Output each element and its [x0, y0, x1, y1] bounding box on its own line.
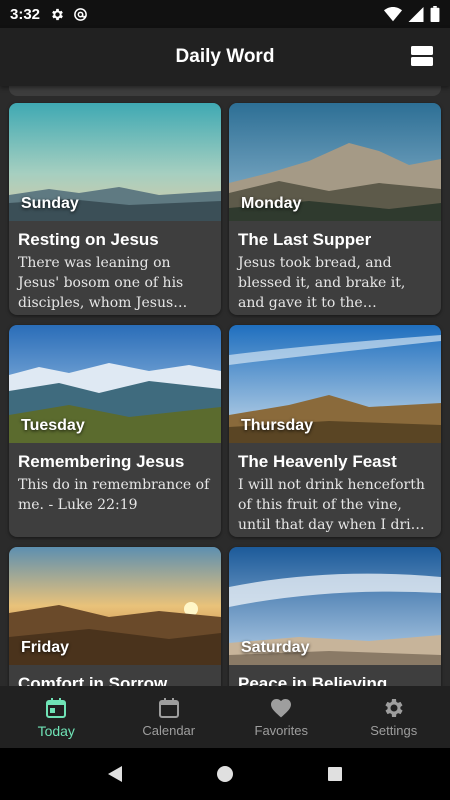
devotional-card-friday[interactable]: Friday Comfort in Sorrow [9, 547, 221, 686]
card-title: The Heavenly Feast [238, 452, 397, 471]
system-navigation-bar [0, 748, 450, 800]
battery-icon [430, 6, 440, 22]
card-title: Resting on Jesus [18, 230, 159, 249]
card-image: Thursday [229, 325, 441, 443]
day-label: Sunday [21, 195, 79, 212]
recents-button[interactable] [320, 759, 350, 789]
card-image: Sunday [9, 103, 221, 221]
app-title: Daily Word [175, 46, 275, 67]
card-excerpt: This do in remembrance of me. - Luke 22:… [18, 477, 210, 513]
view-toggle-button[interactable] [410, 44, 436, 70]
nav-label: Favorites [254, 723, 308, 738]
status-time: 3:32 [10, 5, 41, 23]
wifi-icon [384, 6, 402, 21]
gear-icon [385, 699, 403, 717]
card-excerpt: There was leaning on Jesus' bosom one of… [18, 255, 184, 311]
nav-settings[interactable]: Settings [338, 686, 450, 748]
calendar-today-icon [46, 697, 67, 718]
nav-today[interactable]: Today [0, 686, 113, 748]
card-image: Tuesday [9, 325, 221, 443]
app-bar: Daily Word [0, 28, 450, 86]
day-label: Thursday [241, 417, 314, 434]
calendar-icon [158, 698, 179, 718]
day-label: Monday [241, 195, 302, 212]
home-circle-icon [217, 766, 233, 782]
nav-calendar[interactable]: Calendar [113, 686, 226, 748]
devotional-card-monday[interactable]: Monday The Last Supper Jesus took bread,… [229, 103, 441, 315]
card-excerpt: I will not drink henceforth of this frui… [238, 477, 429, 533]
devotional-card-tuesday[interactable]: Tuesday Remembering Jesus This do in rem… [9, 325, 221, 537]
view-toggle-icon [411, 46, 433, 66]
devotional-card-sunday[interactable]: Sunday Resting on Jesus There was leanin… [9, 103, 221, 315]
previous-card-edge [9, 86, 441, 96]
devotional-card-thursday[interactable]: Thursday The Heavenly Feast I will not d… [229, 325, 441, 537]
nav-label: Today [37, 722, 75, 739]
devotional-grid: Sunday Resting on Jesus There was leanin… [9, 103, 441, 686]
back-triangle-icon [108, 766, 122, 782]
gear-icon [52, 8, 63, 20]
nav-favorites[interactable]: Favorites [225, 686, 338, 748]
card-image: Saturday [229, 547, 441, 665]
card-title: Peace in Believing [238, 674, 388, 686]
card-title: The Last Supper [238, 230, 372, 249]
status-bar: 3:32 [0, 0, 450, 28]
recents-square-icon [328, 767, 342, 781]
back-button[interactable] [100, 759, 130, 789]
at-sign-icon [74, 7, 87, 21]
nav-label: Calendar [142, 723, 196, 738]
nav-label: Settings [370, 723, 418, 738]
card-title: Remembering Jesus [18, 452, 185, 471]
card-image: Friday [9, 547, 221, 665]
bottom-navigation: Today Calendar Favorites Settings [0, 686, 450, 748]
heart-icon [271, 699, 292, 718]
devotional-card-saturday[interactable]: Saturday Peace in Believing [229, 547, 441, 686]
content-scroll[interactable]: Sunday Resting on Jesus There was leanin… [0, 86, 450, 686]
home-button[interactable] [210, 759, 240, 789]
day-label: Tuesday [21, 417, 85, 434]
card-image: Monday [229, 103, 441, 221]
signal-icon [408, 6, 424, 22]
card-excerpt: Jesus took bread, and blessed it, and br… [238, 255, 406, 311]
card-title: Comfort in Sorrow [18, 674, 168, 686]
day-label: Saturday [241, 639, 310, 656]
day-label: Friday [21, 639, 70, 656]
